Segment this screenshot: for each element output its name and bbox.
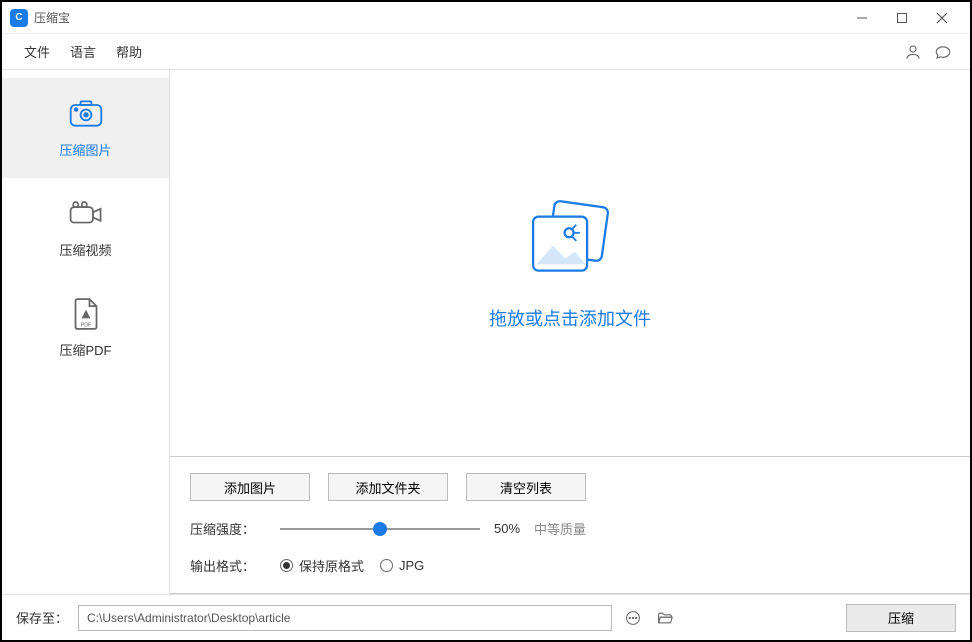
radio-label: 保持原格式 [299, 556, 364, 575]
sidebar-item-video[interactable]: 压缩视频 [2, 178, 169, 278]
folder-open-icon [657, 610, 673, 626]
add-folder-button[interactable]: 添加文件夹 [328, 473, 448, 501]
sidebar-item-pdf[interactable]: PDF 压缩PDF [2, 278, 169, 378]
feedback-button[interactable] [928, 37, 958, 67]
pdf-file-icon: PDF [68, 298, 104, 330]
sidebar-item-label: 压缩PDF [59, 340, 111, 359]
clear-list-button[interactable]: 清空列表 [466, 473, 586, 501]
account-button[interactable] [898, 37, 928, 67]
radio-jpg[interactable]: JPG [380, 558, 424, 573]
add-image-button[interactable]: 添加图片 [190, 473, 310, 501]
chat-icon [934, 43, 952, 61]
minimize-icon [856, 12, 868, 24]
maximize-icon [896, 12, 908, 24]
save-path-input[interactable] [78, 605, 612, 631]
save-to-label: 保存至： [16, 608, 68, 627]
app-title: 压缩宝 [34, 9, 70, 26]
radio-icon [380, 559, 393, 572]
menubar: 文件 语言 帮助 [2, 34, 970, 70]
image-stack-icon [520, 195, 620, 285]
footer: 保存至： 压缩 [2, 594, 970, 640]
more-options-button[interactable] [622, 607, 644, 629]
body: 压缩图片 压缩视频 PDF 压缩PDF [2, 70, 970, 594]
user-icon [904, 43, 922, 61]
dropzone[interactable]: 拖放或点击添加文件 [170, 70, 970, 456]
maximize-button[interactable] [882, 3, 922, 33]
sidebar-item-image[interactable]: 压缩图片 [2, 78, 169, 178]
radio-icon [280, 559, 293, 572]
sidebar-item-label: 压缩视频 [59, 240, 111, 259]
format-label: 输出格式： [190, 556, 262, 575]
ellipsis-icon [625, 610, 641, 626]
dropzone-text: 拖放或点击添加文件 [489, 305, 651, 331]
svg-text:PDF: PDF [80, 322, 91, 328]
menu-help[interactable]: 帮助 [106, 36, 152, 67]
camera-icon [68, 98, 104, 130]
radio-keep-original[interactable]: 保持原格式 [280, 556, 364, 575]
video-camera-icon [68, 198, 104, 230]
compress-button[interactable]: 压缩 [846, 604, 956, 632]
main-panel: 拖放或点击添加文件 添加图片 添加文件夹 清空列表 压缩强度： 50% [170, 70, 970, 594]
strength-slider[interactable] [280, 521, 480, 537]
strength-value: 50% [494, 521, 520, 536]
radio-label: JPG [399, 558, 424, 573]
slider-thumb[interactable] [373, 522, 387, 536]
strength-label: 压缩强度： [190, 519, 262, 538]
menu-language[interactable]: 语言 [60, 36, 106, 67]
close-icon [936, 12, 948, 24]
browse-folder-button[interactable] [654, 607, 676, 629]
sidebar: 压缩图片 压缩视频 PDF 压缩PDF [2, 70, 170, 594]
strength-description: 中等质量 [534, 519, 586, 538]
app-window: C 压缩宝 文件 语言 帮助 [0, 0, 972, 642]
app-icon: C [10, 9, 28, 27]
format-radio-group: 保持原格式 JPG [280, 556, 424, 575]
menu-file[interactable]: 文件 [14, 36, 60, 67]
close-button[interactable] [922, 3, 962, 33]
sidebar-item-label: 压缩图片 [59, 140, 111, 159]
controls-panel: 添加图片 添加文件夹 清空列表 压缩强度： 50% 中等质量 [170, 456, 970, 594]
minimize-button[interactable] [842, 3, 882, 33]
titlebar: C 压缩宝 [2, 2, 970, 34]
